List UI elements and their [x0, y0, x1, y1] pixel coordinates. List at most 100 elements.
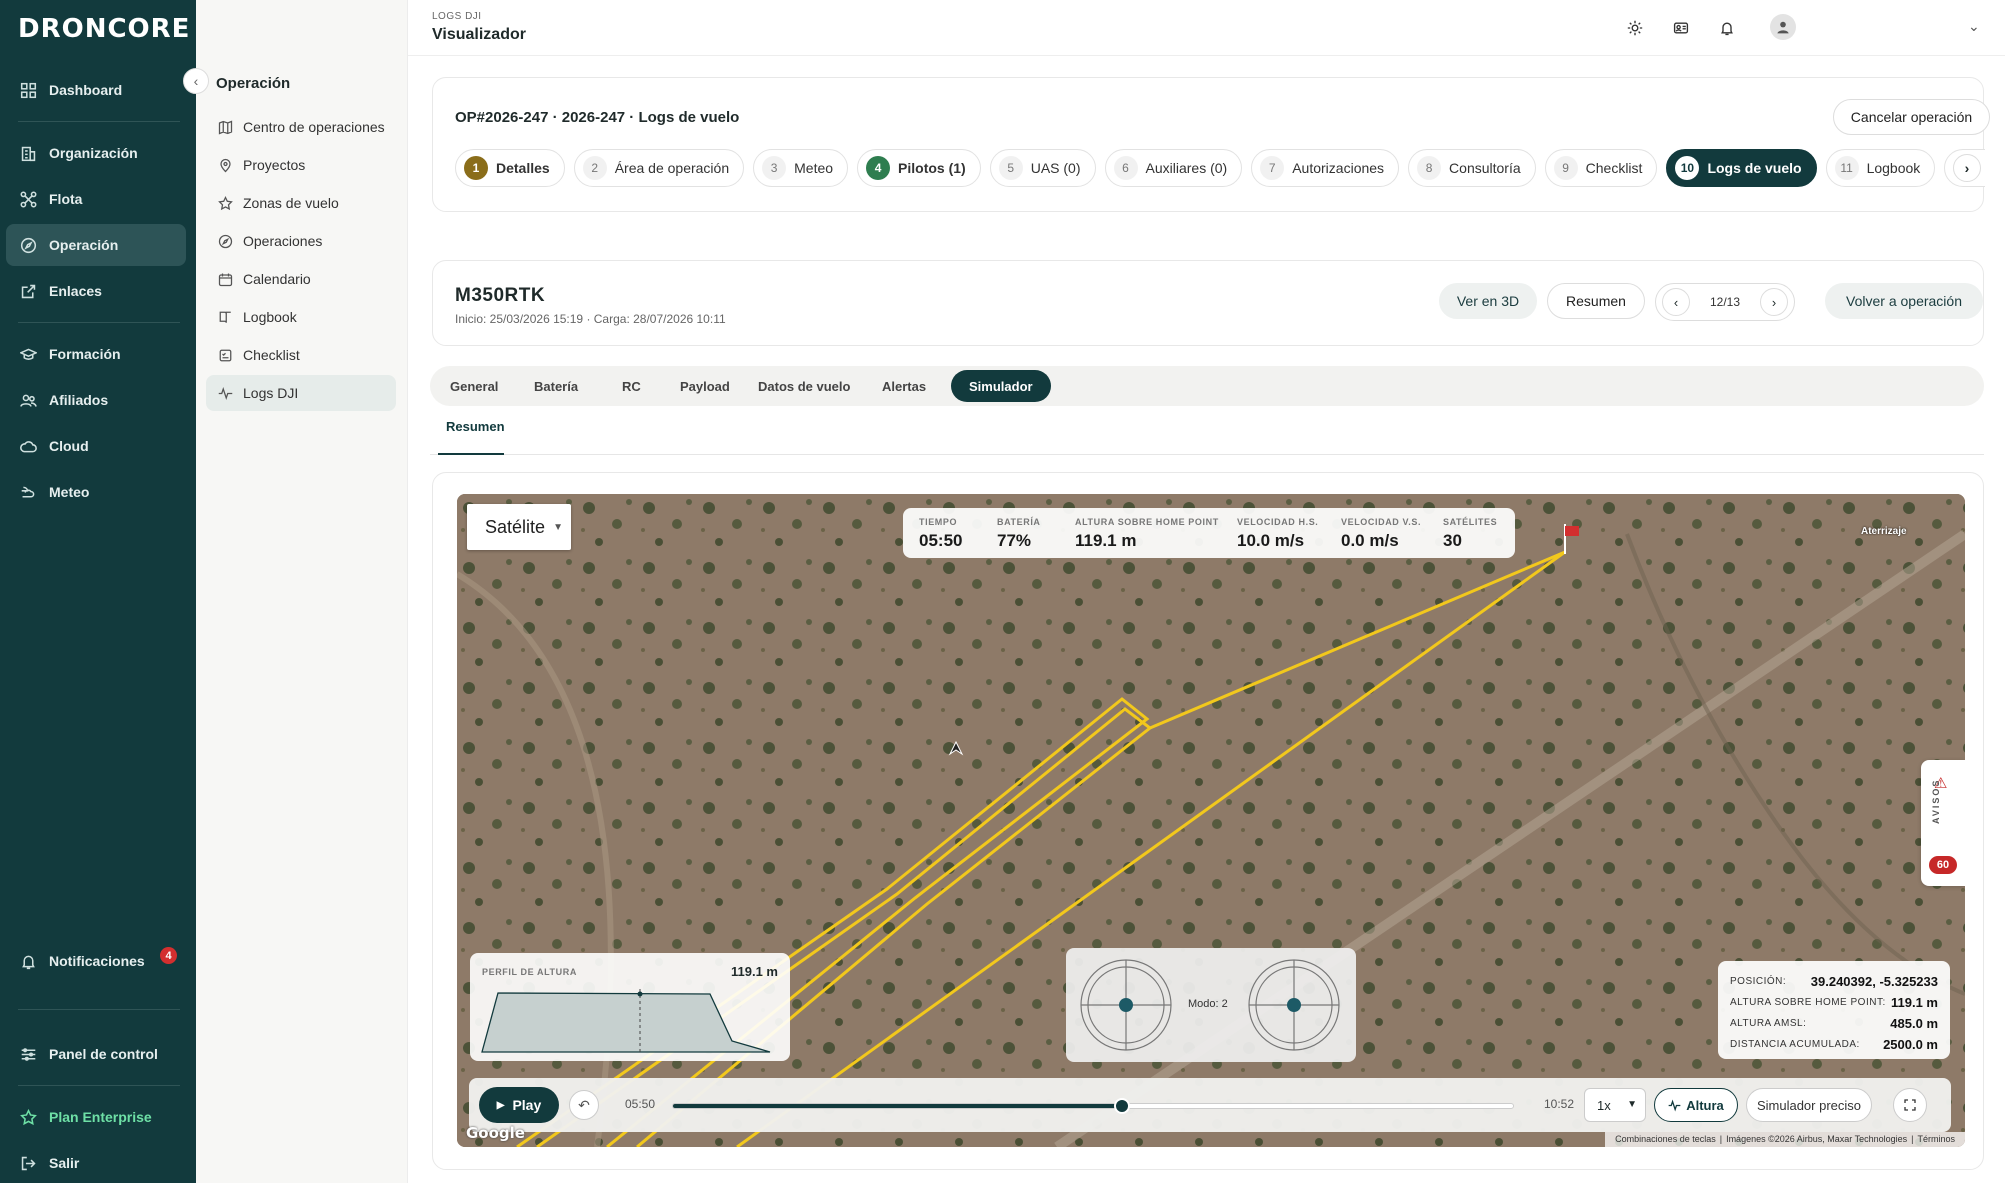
sidebar-item-formacion[interactable]: Formación [6, 333, 186, 375]
tab-alertas[interactable]: Alertas [864, 370, 944, 402]
subnav-item-proyectos[interactable]: Proyectos [206, 147, 396, 183]
flight-map[interactable]: Aterrizaje Satélite ▼ TIEMPO 05:50 BATER… [457, 494, 1965, 1147]
step-number: 2 [582, 156, 607, 180]
top-header: LOGS DJI Visualizador ⌄ [408, 0, 2005, 56]
position-value: 485.0 m [1890, 1016, 1938, 1031]
sidebar-item-panel-de-control[interactable]: Panel de control [6, 1033, 186, 1075]
step-11[interactable]: 11 Logbook [1825, 149, 1936, 187]
pager-label: 12/13 [1709, 295, 1741, 309]
keyboard-shortcuts-link[interactable]: Combinaciones de teclas [1615, 1134, 1716, 1144]
sidebar-item-meteo[interactable]: Meteo [6, 471, 186, 513]
terms-link[interactable]: Términos [1917, 1134, 1955, 1144]
step-2[interactable]: 2 Área de operación [573, 149, 745, 187]
sidebar-item-dashboard[interactable]: Dashboard [6, 69, 186, 111]
precise-simulator-button[interactable]: Simulador preciso [1746, 1088, 1872, 1122]
steps-scroll-right-button[interactable]: › [1953, 154, 1981, 182]
sidebar-item-plan-enterprise[interactable]: Plan Enterprise [6, 1096, 186, 1138]
step-number: 1 [464, 156, 488, 180]
subtab-divider [430, 454, 1984, 455]
account-menu-chevron-icon[interactable]: ⌄ [1968, 18, 1980, 35]
telemetry-value: 119.1 m [1075, 531, 1137, 550]
step-1[interactable]: 1 Detalles [455, 149, 565, 187]
timeline-fill [673, 1104, 1123, 1108]
weather-icon [21, 486, 35, 498]
subnav-item-logbook[interactable]: Logbook [206, 299, 396, 335]
subtab-active-indicator [438, 453, 504, 455]
timeline-slider[interactable] [672, 1098, 1514, 1114]
sidebar-item-label: Panel de control [49, 1046, 158, 1062]
step-8[interactable]: 8 Consultoría [1408, 149, 1536, 187]
restart-button[interactable]: ↶ [569, 1090, 599, 1120]
play-button[interactable]: ▶ Play [479, 1087, 559, 1123]
subnav-item-zonas-de-vuelo[interactable]: Zonas de vuelo [206, 185, 396, 221]
tab-bateria[interactable]: Batería [516, 370, 596, 402]
fullscreen-button[interactable] [1893, 1088, 1927, 1122]
compass-icon [20, 237, 37, 253]
step-label: Auxiliares (0) [1145, 160, 1228, 176]
altitude-toggle-button[interactable]: Altura [1654, 1088, 1738, 1122]
theme-toggle-button[interactable] [1625, 18, 1645, 38]
step-7[interactable]: 7 Autorizaciones [1251, 149, 1400, 187]
tab-general[interactable]: General [432, 370, 516, 402]
step-5[interactable]: 5 UAS (0) [989, 149, 1096, 187]
subnav-item-checklist[interactable]: Checklist [206, 337, 396, 373]
position-label: ALTURA SOBRE HOME POINT: [1730, 997, 1886, 1008]
view-3d-button[interactable]: Ver en 3D [1439, 283, 1537, 319]
operation-steps: 1 Detalles 2 Área de operación 3 Meteo 4 Piloto… [455, 149, 1985, 187]
position-value: 39.240392, -5.325233 [1810, 974, 1938, 989]
subnav-item-calendario[interactable]: Calendario [206, 261, 396, 297]
sidebar-item-flota[interactable]: Flota [6, 178, 186, 220]
sidebar-item-afiliados[interactable]: Afiliados [6, 379, 186, 421]
warnings-label: AVISOS [1931, 778, 1941, 824]
sidebar-divider [18, 1085, 180, 1086]
map-type-select[interactable]: Satélite ▼ [467, 504, 571, 550]
altitude-profile-panel: PERFIL DE ALTURA 119.1 m [470, 953, 790, 1061]
subnav-item-centro-de-operaciones[interactable]: Centro de operaciones [206, 109, 396, 145]
speed-select[interactable]: 1x ▼ [1584, 1088, 1646, 1122]
sidebar-item-salir[interactable]: Salir [6, 1142, 186, 1183]
telemetry-label: VELOCIDAD V.S. [1341, 517, 1422, 527]
drone-model: M350RTK [455, 285, 546, 306]
cancel-operation-button[interactable]: Cancelar operación [1833, 99, 1990, 135]
step-6[interactable]: 6 Auxiliares (0) [1104, 149, 1243, 187]
step-9[interactable]: 9 Checklist [1544, 149, 1658, 187]
tab-simulador[interactable]: Simulador [951, 370, 1051, 402]
tab-datos-de-vuelo[interactable]: Datos de vuelo [740, 370, 868, 402]
step-4[interactable]: 4 Pilotos (1) [857, 149, 981, 187]
warnings-tab[interactable]: ⚠ AVISOS 60 [1921, 760, 1965, 886]
step-3[interactable]: 3 Meteo [753, 149, 849, 187]
tab-payload[interactable]: Payload [662, 370, 748, 402]
sidebar-item-operacion[interactable]: Operación [6, 224, 186, 266]
tab-rc[interactable]: RC [604, 370, 659, 402]
altitude-toggle-label: Altura [1686, 1097, 1724, 1113]
subnav-item-operaciones[interactable]: Operaciones [206, 223, 396, 259]
telemetry-label: ALTURA SOBRE HOME POINT [1075, 517, 1219, 527]
back-to-operation-button[interactable]: Volver a operación [1825, 283, 1983, 319]
compass-icon [218, 234, 233, 248]
calendar-icon [218, 273, 233, 286]
position-panel: POSICIÓN: 39.240392, -5.325233 ALTURA SOB… [1718, 961, 1950, 1059]
brand-logo[interactable]: DRONCORE [18, 14, 190, 44]
sidebar-item-cloud[interactable]: Cloud [6, 425, 186, 467]
prev-log-button[interactable]: ‹ [1662, 288, 1690, 316]
notifications-button[interactable] [1717, 18, 1737, 38]
sidebar-item-organizacion[interactable]: Organización [6, 132, 186, 174]
id-card-button[interactable] [1671, 18, 1691, 38]
collapse-sidebar-button[interactable]: ‹ [183, 68, 209, 94]
operation-subnav: Operación ‹ Centro de operaciones Proyec… [196, 0, 577, 1183]
id-card-icon [1673, 22, 1689, 34]
breadcrumb[interactable]: LOGS DJI [432, 11, 482, 22]
step-number: 6 [1113, 156, 1138, 180]
subnav-item-logs-dji[interactable]: Logs DJI [206, 375, 396, 411]
sidebar-item-enlaces[interactable]: Enlaces [6, 270, 186, 312]
timeline-handle[interactable] [1114, 1098, 1131, 1114]
avatar[interactable] [1770, 14, 1796, 40]
next-log-button[interactable]: › [1760, 288, 1788, 316]
subtab-resumen[interactable]: Resumen [446, 419, 505, 434]
step-10[interactable]: 10 Logs de vuelo [1666, 149, 1817, 187]
step-number: 5 [998, 156, 1023, 180]
sidebar-item-notificaciones[interactable]: Notificaciones [6, 940, 186, 982]
speed-value: 1x [1597, 1097, 1611, 1113]
warnings-count-badge: 60 [1929, 856, 1957, 874]
summary-button[interactable]: Resumen [1547, 283, 1645, 319]
